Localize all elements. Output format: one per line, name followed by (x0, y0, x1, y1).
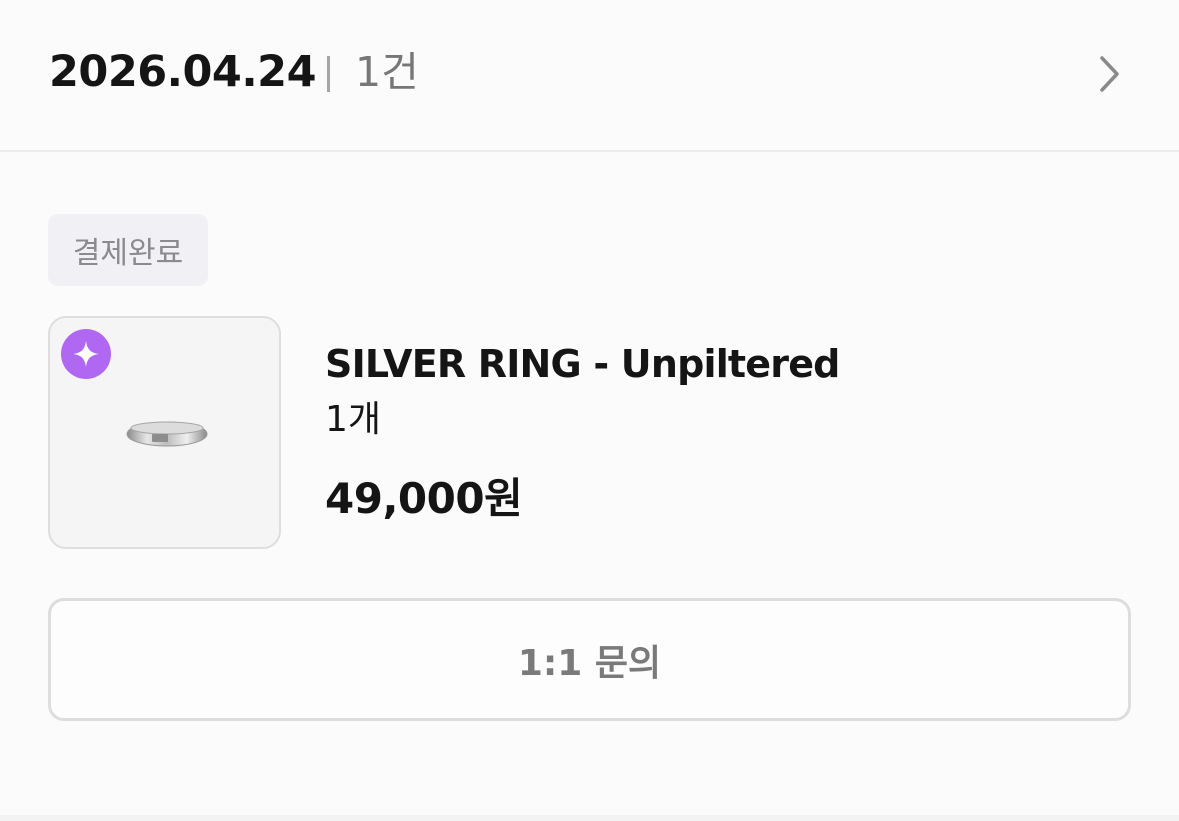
silver-ring-image (122, 412, 212, 456)
order-count: 1건 (355, 48, 419, 96)
status-badge: 결제완료 (48, 214, 208, 286)
product-name[interactable]: SILVER RING - Unpiltered (325, 338, 840, 390)
product-quantity: 1개 (325, 399, 382, 440)
sparkle-icon (61, 329, 111, 379)
bottom-divider (0, 815, 1179, 821)
inquiry-button[interactable]: 1:1 문의 (48, 598, 1131, 721)
chevron-right-icon[interactable] (1090, 52, 1130, 96)
order-date: 2026.04.24 (49, 47, 317, 97)
product-price: 49,000원 (325, 474, 523, 523)
order-header[interactable]: 2026.04.24 1건 (0, 0, 1179, 152)
product-thumbnail[interactable] (48, 316, 281, 549)
header-divider (327, 56, 330, 92)
